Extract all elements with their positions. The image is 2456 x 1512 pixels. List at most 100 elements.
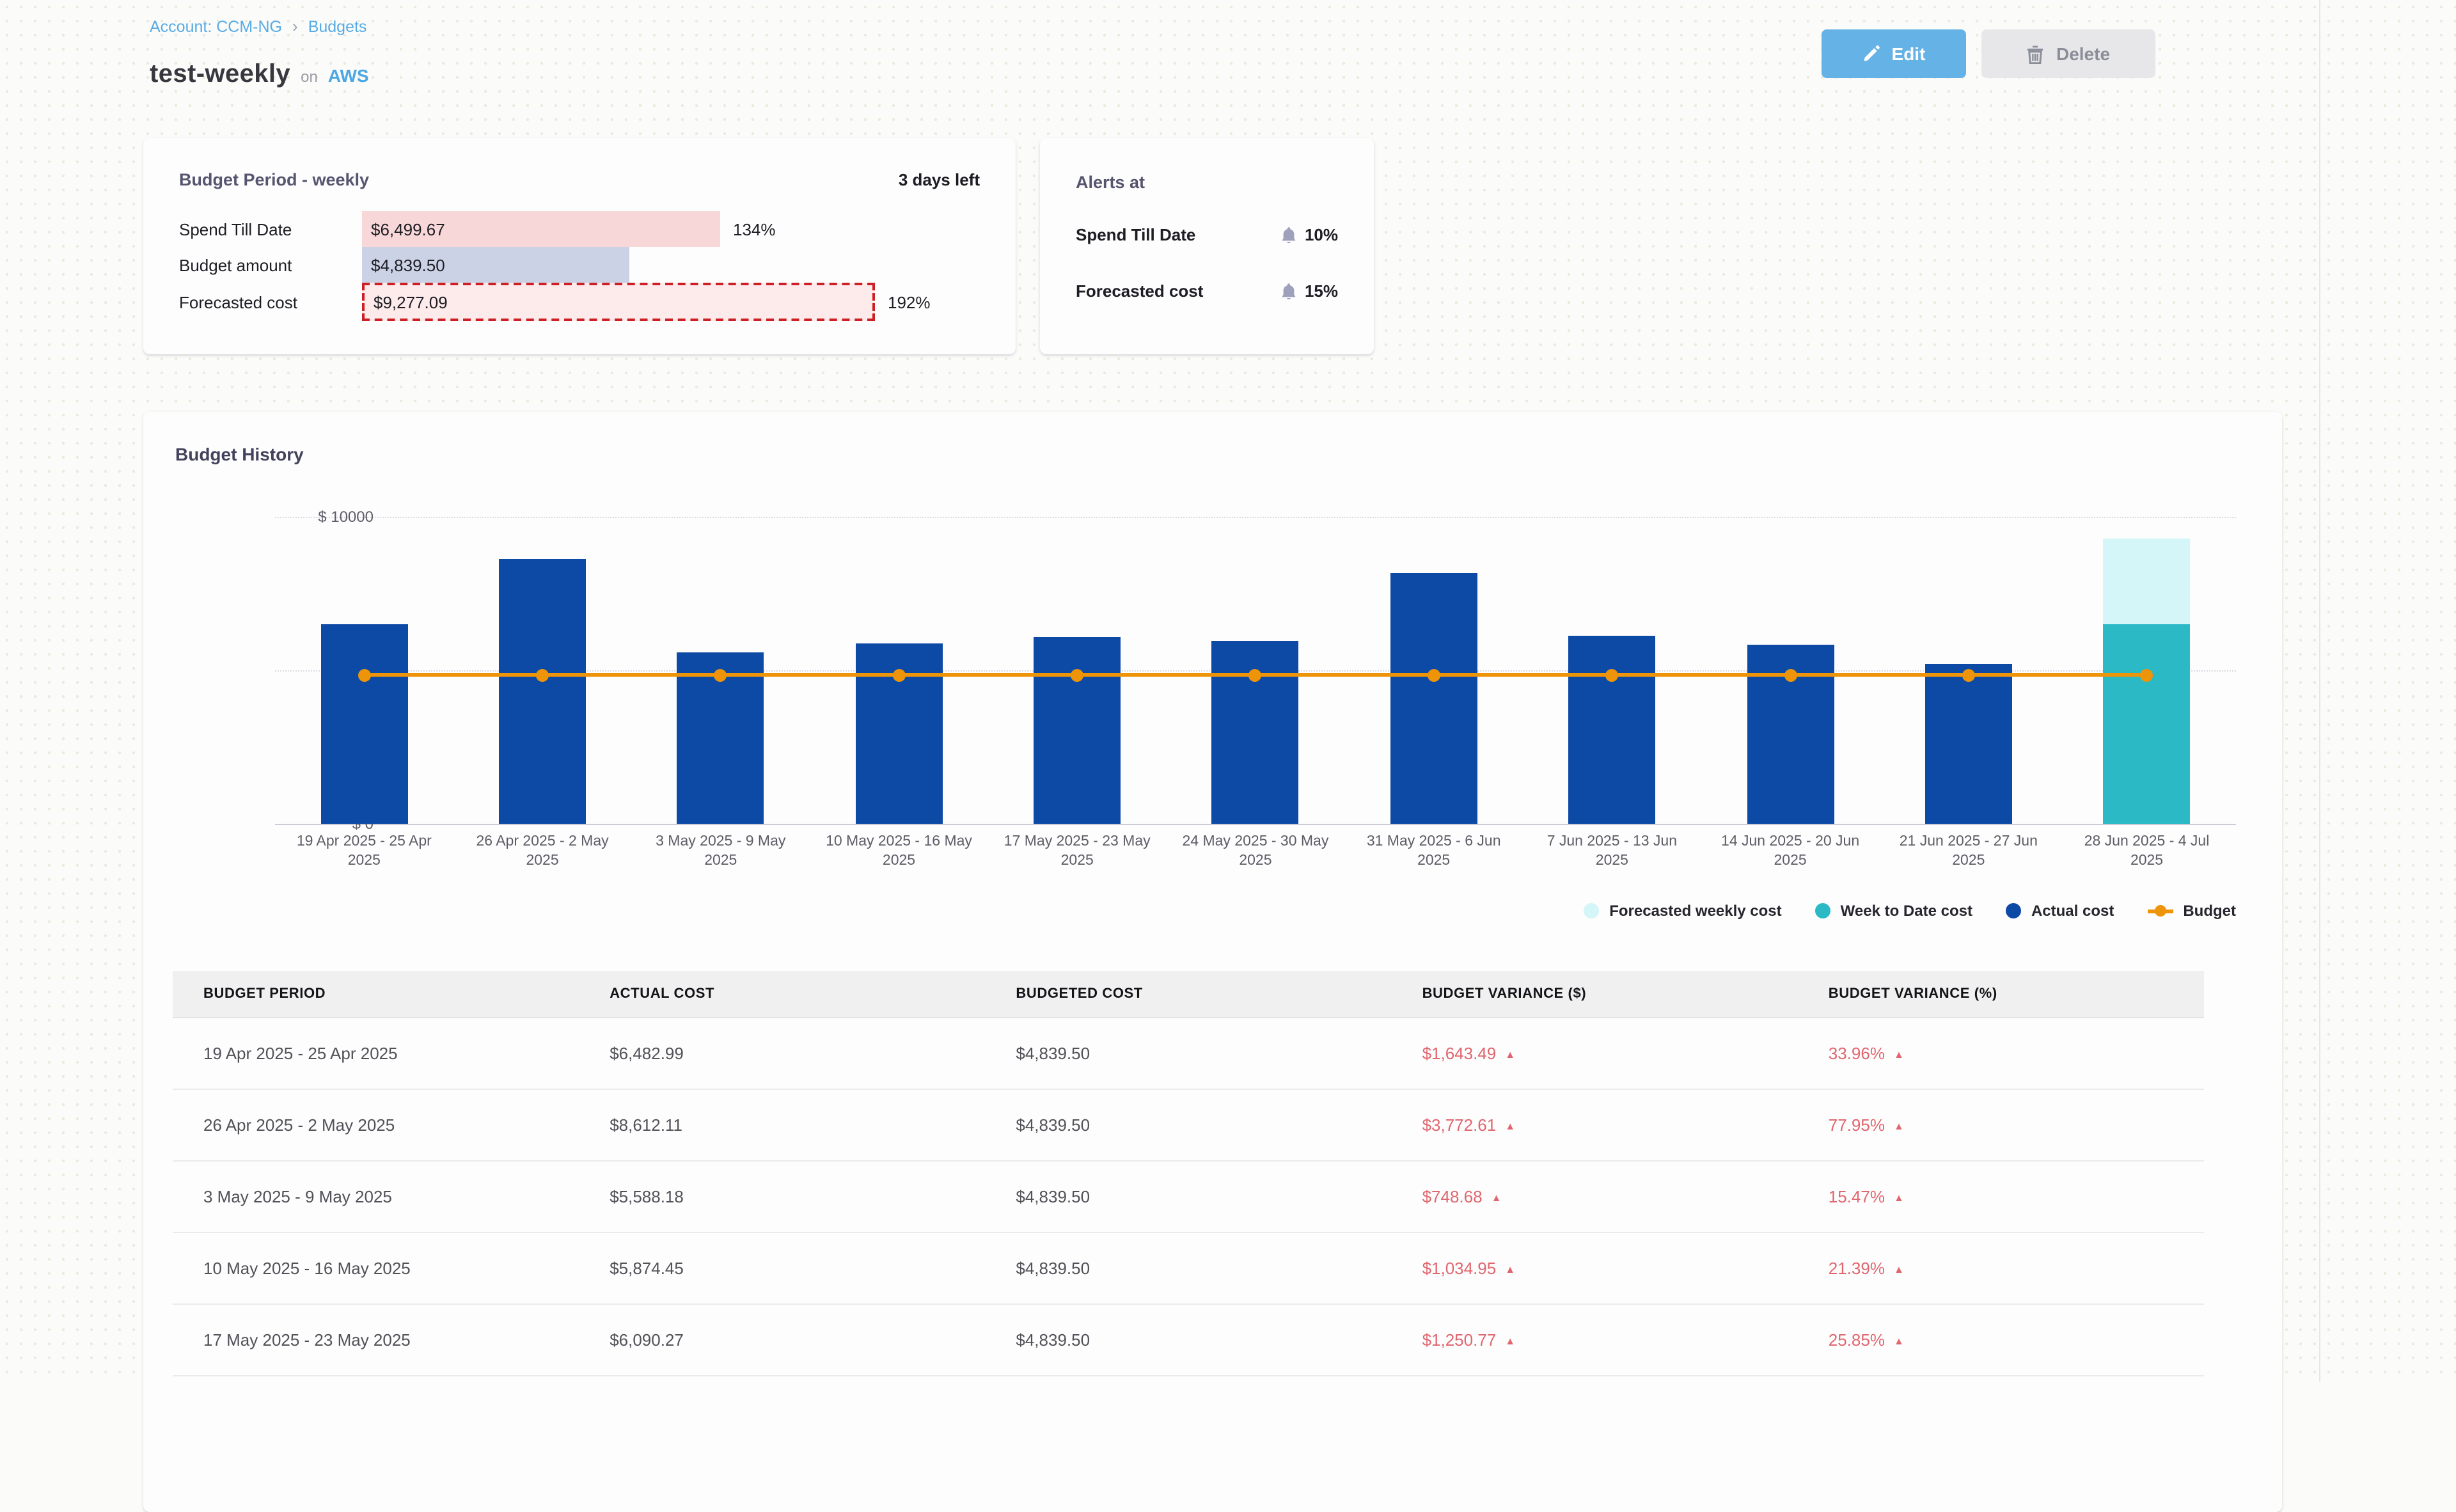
actual-cost-bar[interactable] (320, 625, 407, 824)
budget-period-row-percent: 192% (888, 292, 931, 311)
chart-category-slot: 31 May 2025 - 6 Jun 2025 (1344, 517, 1523, 824)
variance-up-triangle-icon: ▲ (1505, 1121, 1515, 1132)
table-cell-budgeted-cost: $4,839.50 (985, 1044, 1391, 1063)
table-cell-budget-variance-usd: $1,034.95▲ (1392, 1259, 1798, 1278)
table-cell-budget-variance-usd: $748.68▲ (1392, 1187, 1798, 1206)
variance-up-triangle-icon: ▲ (1505, 1264, 1515, 1275)
legend-circle-marker (1815, 903, 1830, 918)
alert-row: Spend Till Date 10% (1076, 225, 1338, 244)
budget-period-row-value: $4,839.50 (371, 255, 445, 274)
page-title: test-weekly (150, 60, 290, 90)
table-cell-actual-cost: $5,874.45 (579, 1259, 985, 1278)
alert-rows: Spend Till Date 10% Forecasted cost 15% (1076, 225, 1338, 301)
trash-icon (2027, 44, 2045, 63)
budget-period-card: Budget Period - weekly 3 days left Spend… (143, 138, 1016, 354)
actual-cost-bar[interactable] (499, 560, 586, 824)
budget-history-title: Budget History (175, 444, 304, 464)
page-title-on: on (301, 68, 318, 86)
x-axis-category-label: 14 Jun 2025 - 20 Jun 2025 (1712, 833, 1868, 871)
title-row: test-weekly on AWS (150, 60, 369, 90)
budget-period-row-label: Budget amount (179, 255, 362, 274)
table-cell-budget-variance-pct: 15.47%▲ (1798, 1187, 2204, 1206)
table-cell-budgeted-cost: $4,839.50 (985, 1115, 1391, 1135)
alerts-title: Alerts at (1076, 173, 1338, 192)
x-axis-category-label: 28 Jun 2025 - 4 Jul 2025 (2069, 833, 2225, 871)
chart-category-slot: 3 May 2025 - 9 May 2025 (631, 517, 810, 824)
x-axis-category-label: 26 Apr 2025 - 2 May 2025 (464, 833, 620, 871)
variance-up-triangle-icon: ▲ (1894, 1049, 1904, 1060)
variance-up-triangle-icon: ▲ (1894, 1264, 1904, 1275)
budget-period-row-percent: 134% (733, 219, 776, 239)
legend-item-budget[interactable]: Budget (2147, 902, 2236, 920)
table-cell-actual-cost: $6,090.27 (579, 1330, 985, 1350)
alert-row-label: Forecasted cost (1076, 281, 1203, 301)
budget-history-table: BUDGET PERIODACTUAL COSTBUDGETED COSTBUD… (173, 971, 2204, 1376)
table-cell-budget-period: 19 Apr 2025 - 25 Apr 2025 (173, 1044, 579, 1063)
header-actions: Edit Delete (1822, 29, 2155, 78)
breadcrumb-chevron-icon: › (292, 17, 298, 36)
legend-circle-marker (2006, 903, 2021, 918)
variance-up-triangle-icon: ▲ (1492, 1192, 1502, 1204)
budget-period-row-value: $9,277.09 (374, 292, 448, 311)
budget-bar: $4,839.50 (362, 247, 629, 283)
table-row: 10 May 2025 - 16 May 2025$5,874.45$4,839… (173, 1233, 2204, 1305)
table-header-row: BUDGET PERIODACTUAL COSTBUDGETED COSTBUD… (173, 971, 2204, 1018)
week-to-date-cost-bar[interactable] (2104, 624, 2191, 824)
table-header-cell: BUDGET PERIOD (173, 986, 579, 1002)
actual-cost-bar[interactable] (1568, 636, 1655, 824)
alert-row-label: Spend Till Date (1076, 225, 1195, 244)
cloud-provider-label: AWS (328, 65, 369, 86)
table-header-cell: BUDGET VARIANCE (%) (1798, 986, 2204, 1002)
budget-period-row: Forecasted cost$9,277.09192% (143, 283, 980, 321)
budget-history-card: Budget History $ 10000 $ 0 19 Apr 2025 -… (143, 412, 2282, 1512)
x-axis-category-label: 31 May 2025 - 6 Jun 2025 (1356, 833, 1512, 871)
breadcrumb: Account: CCM-NG › Budgets (150, 17, 366, 36)
breadcrumb-budgets-link[interactable]: Budgets (308, 17, 367, 35)
x-axis-category-label: 7 Jun 2025 - 13 Jun 2025 (1534, 833, 1690, 871)
table-cell-budget-period: 26 Apr 2025 - 2 May 2025 (173, 1115, 579, 1135)
bell-icon (1280, 226, 1297, 244)
alert-threshold-value: 10% (1305, 225, 1338, 244)
table-cell-budget-variance-usd: $1,250.77▲ (1392, 1330, 1798, 1350)
breadcrumb-account-link[interactable]: Account: CCM-NG (150, 17, 282, 35)
x-axis-line (275, 824, 2236, 825)
table-cell-actual-cost: $5,588.18 (579, 1187, 985, 1206)
table-header-cell: ACTUAL COST (579, 986, 985, 1002)
legend-item-forecasted-weekly-cost[interactable]: Forecasted weekly cost (1584, 902, 1781, 920)
chart-category-slot: 7 Jun 2025 - 13 Jun 2025 (1523, 517, 1701, 824)
table-header-cell: BUDGETED COST (985, 986, 1391, 1002)
actual-cost-bar[interactable] (1390, 573, 1477, 824)
variance-up-triangle-icon: ▲ (1894, 1192, 1904, 1204)
table-row: 26 Apr 2025 - 2 May 2025$8,612.11$4,839.… (173, 1090, 2204, 1162)
budget-history-chart: $ 10000 $ 0 19 Apr 2025 - 25 Apr 202526 … (275, 517, 2236, 824)
table-cell-budget-variance-usd: $1,643.49▲ (1392, 1044, 1798, 1063)
legend-circle-marker (1584, 903, 1599, 918)
alert-threshold: 15% (1280, 281, 1338, 301)
budget-line (364, 673, 2146, 677)
page: Account: CCM-NG › Budgets test-weekly on… (0, 0, 2456, 1382)
budget-period-row: Spend Till Date$6,499.67134% (143, 211, 980, 247)
chart-legend: Forecasted weekly cost Week to Date cost A… (1584, 902, 2236, 920)
forecasted-weekly-cost-bar[interactable] (2104, 539, 2191, 624)
table-cell-budget-variance-pct: 77.95%▲ (1798, 1115, 2204, 1135)
actual-cost-bar[interactable] (1925, 664, 2012, 824)
table-cell-budget-period: 3 May 2025 - 9 May 2025 (173, 1187, 579, 1206)
main-panel: Account: CCM-NG › Budgets test-weekly on… (0, 0, 2320, 1382)
table-row: 19 Apr 2025 - 25 Apr 2025$6,482.99$4,839… (173, 1018, 2204, 1090)
variance-up-triangle-icon: ▲ (1894, 1335, 1904, 1347)
edit-button[interactable]: Edit (1822, 29, 1966, 78)
legend-item-actual-cost[interactable]: Actual cost (2006, 902, 2114, 920)
budget-period-row-value: $6,499.67 (371, 219, 445, 239)
legend-item-week-to-date-cost[interactable]: Week to Date cost (1815, 902, 1972, 920)
table-cell-budget-variance-pct: 21.39%▲ (1798, 1259, 2204, 1278)
delete-button[interactable]: Delete (1981, 29, 2155, 78)
variance-up-triangle-icon: ▲ (1505, 1335, 1515, 1347)
alert-threshold-value: 15% (1305, 281, 1338, 301)
table-cell-budgeted-cost: $4,839.50 (985, 1259, 1391, 1278)
chart-category-slot: 26 Apr 2025 - 2 May 2025 (453, 517, 632, 824)
table-header-cell: BUDGET VARIANCE ($) (1392, 986, 1798, 1002)
variance-up-triangle-icon: ▲ (1505, 1049, 1515, 1060)
actual-cost-bar[interactable] (1034, 637, 1121, 824)
variance-up-triangle-icon: ▲ (1894, 1121, 1904, 1132)
table-row: 3 May 2025 - 9 May 2025$5,588.18$4,839.5… (173, 1162, 2204, 1233)
